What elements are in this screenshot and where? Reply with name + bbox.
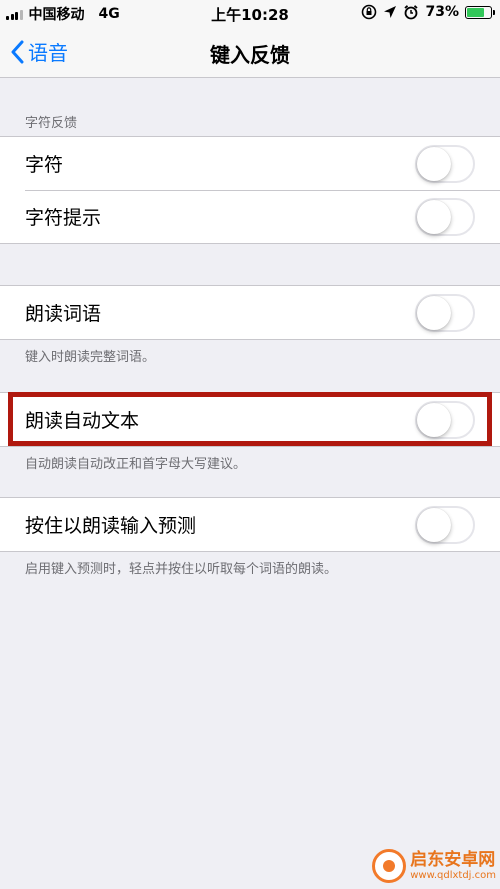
settings-row-speak-auto-text: 朗读自动文本: [0, 393, 500, 446]
status-right: 73%: [361, 4, 495, 20]
settings-group-hold-to-speak-predictions: 按住以朗读输入预测: [0, 497, 500, 552]
row-label: 按住以朗读输入预测: [25, 515, 197, 537]
hold-to-speak-predictions-toggle[interactable]: [415, 505, 475, 544]
speak-auto-text-toggle[interactable]: [415, 400, 475, 439]
character-hints-toggle[interactable]: [415, 197, 475, 236]
section-footer-speak-auto-text: 自动朗读自动改正和首字母大写建议。: [25, 457, 247, 472]
settings-row-hold-to-speak-predictions: 按住以朗读输入预测: [0, 498, 500, 551]
battery-percent: 73%: [425, 4, 459, 20]
settings-row-character-hints: 字符提示: [0, 190, 500, 243]
section-footer-speak-words: 键入时朗读完整词语。: [25, 350, 156, 365]
watermark-text: 启东安卓网 www.qdlxtdj.com: [410, 851, 496, 881]
navigation-bar: 语音 键入反馈: [0, 26, 500, 78]
settings-group-speak-auto-text: 朗读自动文本: [0, 392, 500, 447]
settings-group-speak-words: 朗读词语: [0, 285, 500, 340]
watermark-url: www.qdlxtdj.com: [410, 869, 496, 881]
toggle-knob: [417, 295, 451, 330]
row-label: 朗读自动文本: [25, 410, 140, 432]
characters-toggle[interactable]: [415, 144, 475, 183]
speak-words-toggle[interactable]: [415, 293, 475, 332]
battery-fill: [467, 7, 484, 17]
watermark-logo-icon: [372, 849, 407, 883]
alarm-icon: [404, 5, 419, 20]
settings-row-characters: 字符: [0, 137, 500, 190]
settings-row-speak-words: 朗读词语: [0, 286, 500, 339]
section-header-character-feedback: 字符反馈: [25, 116, 78, 131]
row-label: 字符提示: [25, 207, 102, 229]
page-title: 键入反馈: [210, 43, 290, 67]
toggle-knob: [417, 507, 451, 542]
status-bar: 中国移动 4G 上午10:28 73%: [0, 0, 500, 26]
toggle-knob: [417, 402, 451, 437]
section-footer-hold-to-speak-predictions: 启用键入预测时，轻点并按住以听取每个词语的朗读。: [25, 562, 338, 577]
toggle-knob: [417, 199, 451, 234]
watermark-name: 启东安卓网: [410, 850, 496, 871]
watermark: 启东安卓网 www.qdlxtdj.com: [372, 849, 496, 883]
location-icon: [384, 6, 397, 18]
rotation-lock-icon: [362, 4, 377, 20]
row-label: 朗读词语: [25, 303, 102, 325]
toggle-knob: [417, 146, 451, 181]
settings-group-character-feedback: 字符 字符提示: [0, 136, 500, 244]
row-label: 字符: [25, 154, 64, 176]
battery-icon: [465, 5, 495, 19]
